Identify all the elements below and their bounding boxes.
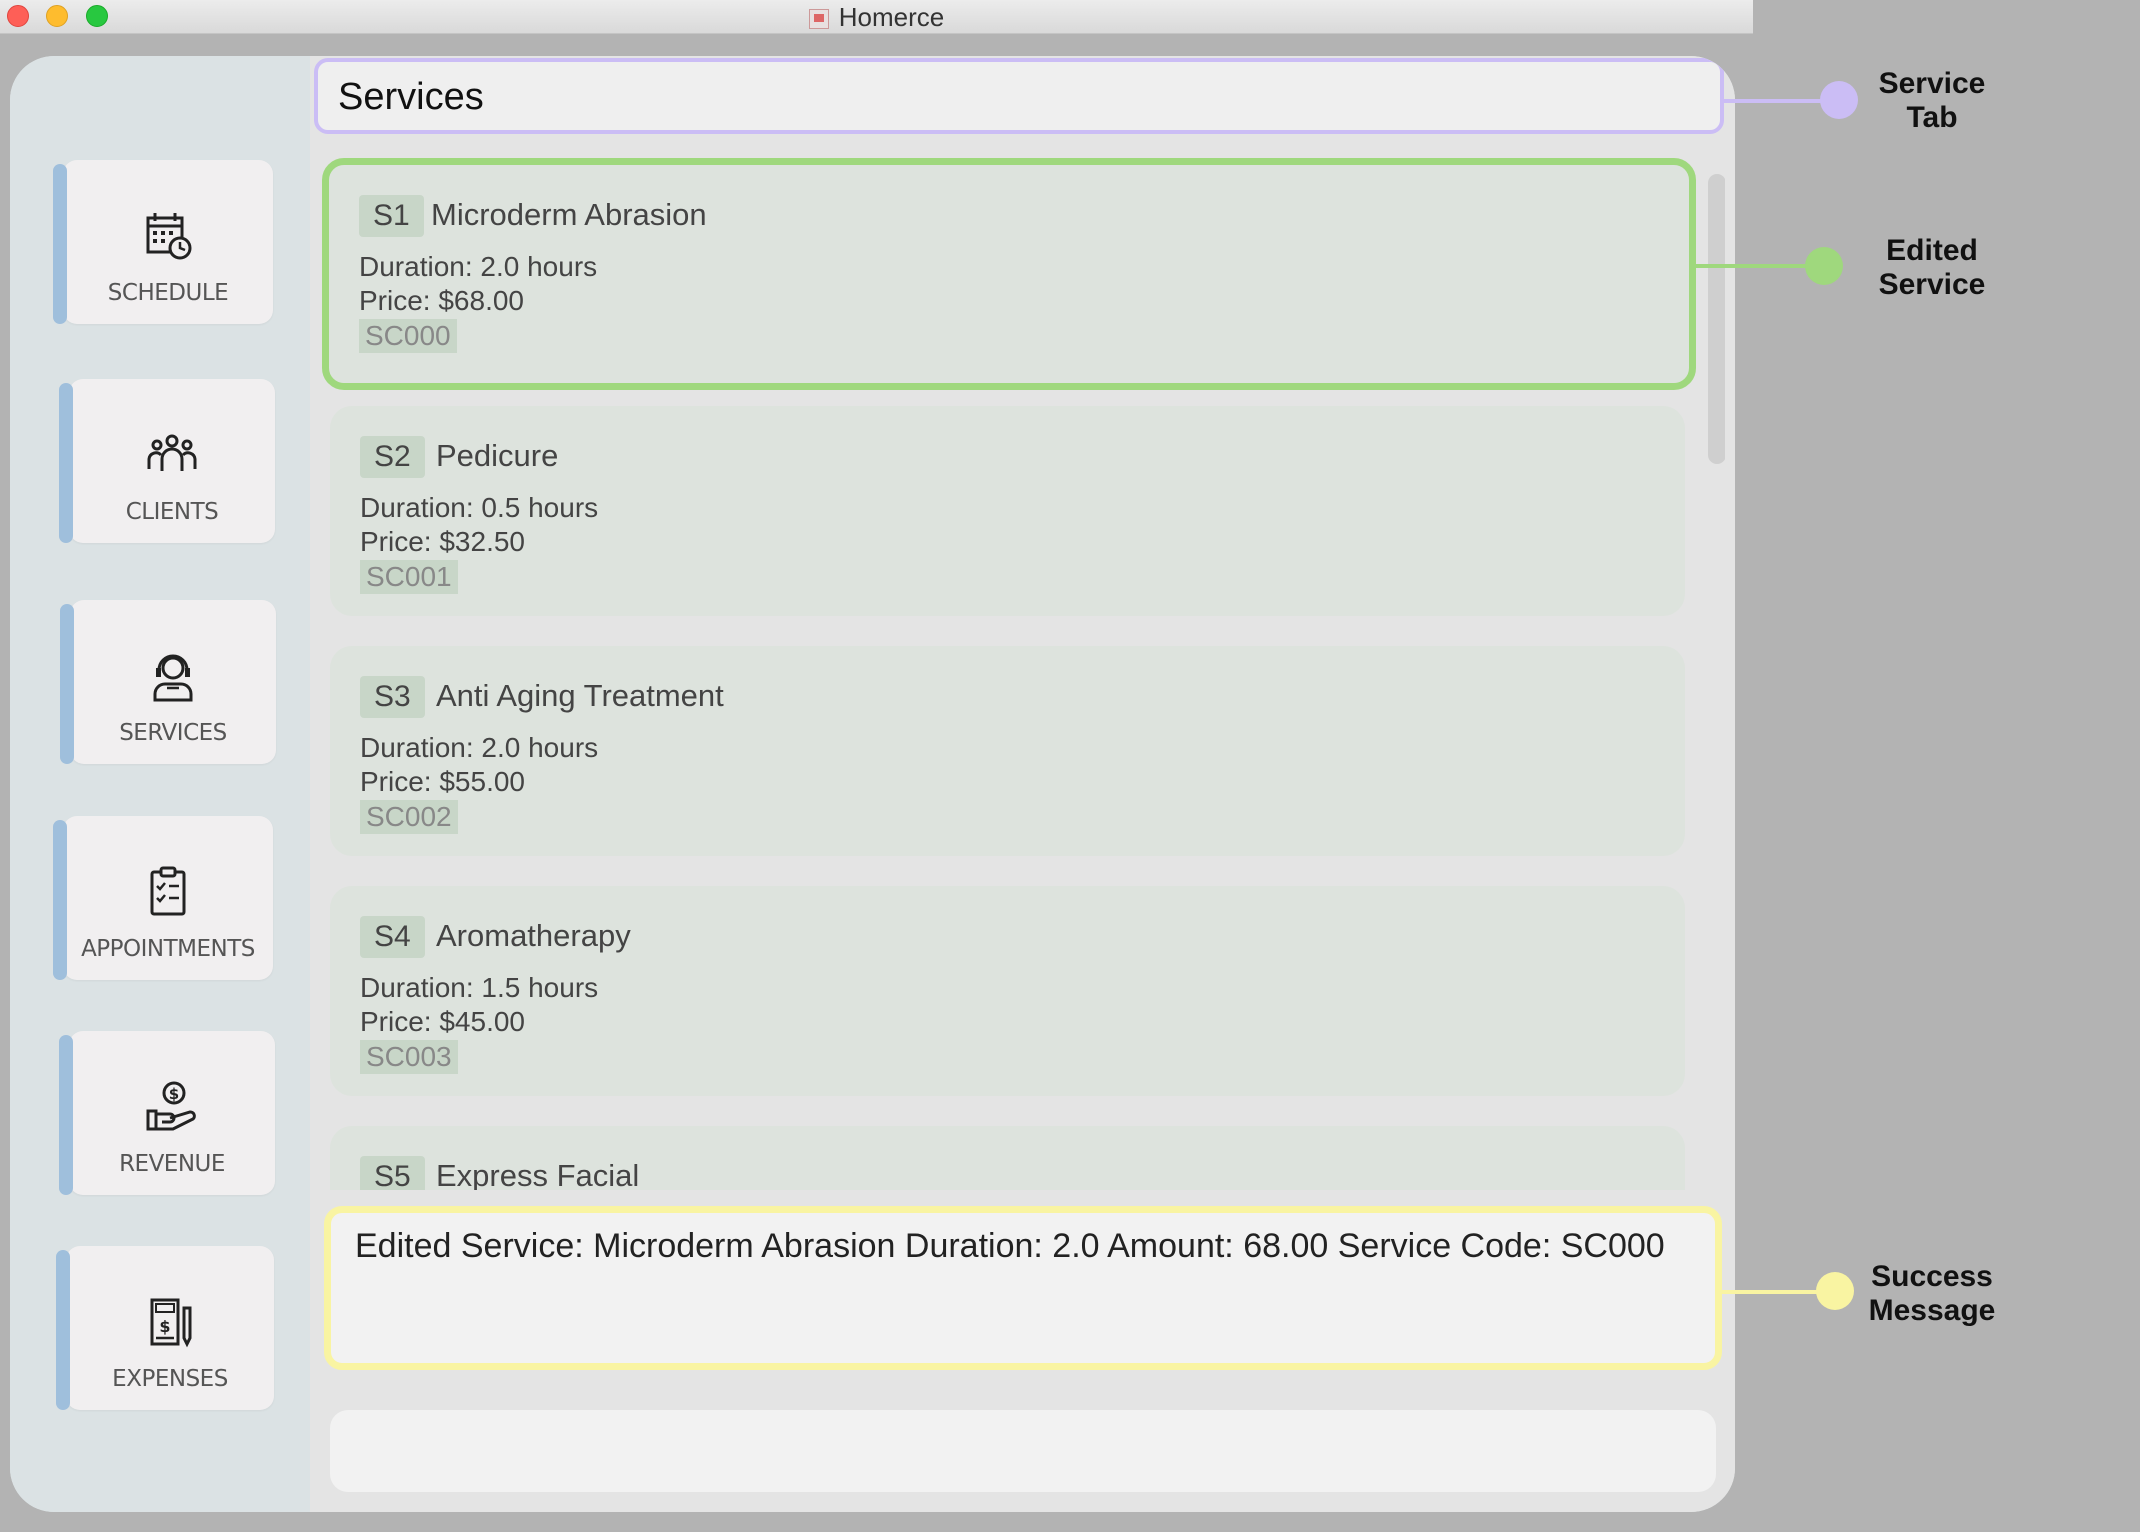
services-tab-header: Services [314, 58, 1724, 134]
window-title: Homerce [0, 2, 1753, 33]
service-list[interactable]: S1 Microderm Abrasion Duration: 2.0 hour… [310, 144, 1725, 1190]
success-message: Edited Service: Microderm Abrasion Durat… [355, 1227, 1665, 1265]
service-card[interactable]: S3 Anti Aging Treatment Duration: 2.0 ho… [330, 646, 1685, 856]
sidebar-item-label: SERVICES [119, 720, 227, 746]
service-name: Anti Aging Treatment [436, 678, 724, 713]
app-body: SCHEDULE CLIENTS SERVICES APPOINTMENTS $… [10, 56, 1735, 1512]
service-price: Price: $45.00 [360, 1006, 525, 1037]
service-index-badge: S1 [359, 195, 424, 237]
service-name: Microderm Abrasion [431, 197, 707, 232]
result-display: Edited Service: Microderm Abrasion Durat… [324, 1206, 1722, 1370]
annotation-line1: Service [1878, 67, 1986, 100]
svg-text:$: $ [169, 1085, 179, 1103]
sidebar-item-clients[interactable]: CLIENTS [59, 379, 275, 543]
service-name: Aromatherapy [436, 918, 631, 953]
sidebar-item-label: EXPENSES [112, 1366, 228, 1392]
service-duration: Duration: 2.0 hours [360, 732, 599, 763]
app-icon [808, 9, 829, 29]
support-agent-icon [153, 654, 193, 702]
annotation-label-service-tab: Service Tab [1862, 67, 2002, 135]
sidebar-item-expenses[interactable]: $ EXPENSES [56, 1246, 274, 1410]
page-title: Services [338, 76, 484, 118]
window-title-text: Homerce [838, 2, 945, 32]
command-input[interactable] [330, 1410, 1716, 1492]
sidebar-item-label: APPOINTMENTS [81, 936, 255, 962]
service-duration: Duration: 0.5 hours [360, 492, 599, 523]
service-index-badge: S3 [360, 676, 425, 718]
sidebar: SCHEDULE CLIENTS SERVICES APPOINTMENTS $… [10, 56, 310, 1512]
sidebar-item-label: CLIENTS [125, 499, 219, 525]
annotation-line2: Tab [1906, 101, 1958, 134]
annotation-dot-service-tab [1820, 81, 1858, 119]
service-card[interactable]: S4 Aromatherapy Duration: 1.5 hours Pric… [330, 886, 1685, 1096]
service-name: Express Facial [436, 1158, 640, 1190]
service-price: Price: $55.00 [360, 766, 525, 797]
annotation-label-success-message: Success Message [1857, 1260, 2007, 1328]
sidebar-item-label: SCHEDULE [107, 280, 229, 306]
checklist-icon [150, 866, 186, 916]
service-price: Price: $68.00 [359, 285, 524, 316]
receipt-icon: $ [150, 1298, 192, 1348]
service-card[interactable]: S2 Pedicure Duration: 0.5 hours Price: $… [330, 406, 1685, 616]
service-index-badge: S5 [360, 1156, 425, 1190]
title-bar: Homerce [0, 0, 1753, 34]
annotation-dot-success-message [1816, 1272, 1854, 1310]
scrollbar-thumb[interactable] [1708, 174, 1725, 464]
app-window: Homerce SCHEDULE CLIENTS SERVICES APPOIN… [0, 0, 1753, 1532]
service-code: SC000 [359, 319, 457, 353]
service-code: SC001 [360, 560, 458, 594]
service-card-edited[interactable]: S1 Microderm Abrasion Duration: 2.0 hour… [322, 158, 1696, 390]
service-name: Pedicure [436, 438, 559, 473]
service-duration: Duration: 1.5 hours [360, 972, 599, 1003]
sidebar-item-revenue[interactable]: $ REVENUE [59, 1031, 275, 1195]
service-index-badge: S4 [360, 916, 425, 958]
people-icon [147, 434, 197, 471]
sidebar-item-appointments[interactable]: APPOINTMENTS [53, 816, 273, 980]
svg-text:$: $ [159, 1317, 170, 1336]
calendar-icon [146, 213, 192, 260]
sidebar-item-services[interactable]: SERVICES [60, 600, 276, 764]
service-duration: Duration: 2.0 hours [359, 251, 598, 282]
money-hand-icon: $ [146, 1081, 196, 1131]
service-index-badge: S2 [360, 436, 425, 478]
annotation-label-edited-service: Edited Service [1862, 234, 2002, 302]
annotation-dot-edited-service [1805, 247, 1843, 285]
service-code: SC002 [360, 800, 458, 834]
sidebar-item-schedule[interactable]: SCHEDULE [53, 160, 273, 324]
main-panel: Services S1 Microderm Abrasion Duration:… [310, 56, 1735, 1512]
service-code: SC003 [360, 1040, 458, 1074]
sidebar-item-label: REVENUE [119, 1151, 225, 1177]
annotation-line1: Edited [1886, 234, 1978, 267]
annotation-line2: Message [1868, 1294, 1996, 1327]
service-price: Price: $32.50 [360, 526, 525, 557]
annotation-line2: Service [1878, 268, 1986, 301]
annotation-line1: Success [1871, 1260, 1993, 1293]
service-card[interactable]: S5 Express Facial [330, 1126, 1685, 1190]
